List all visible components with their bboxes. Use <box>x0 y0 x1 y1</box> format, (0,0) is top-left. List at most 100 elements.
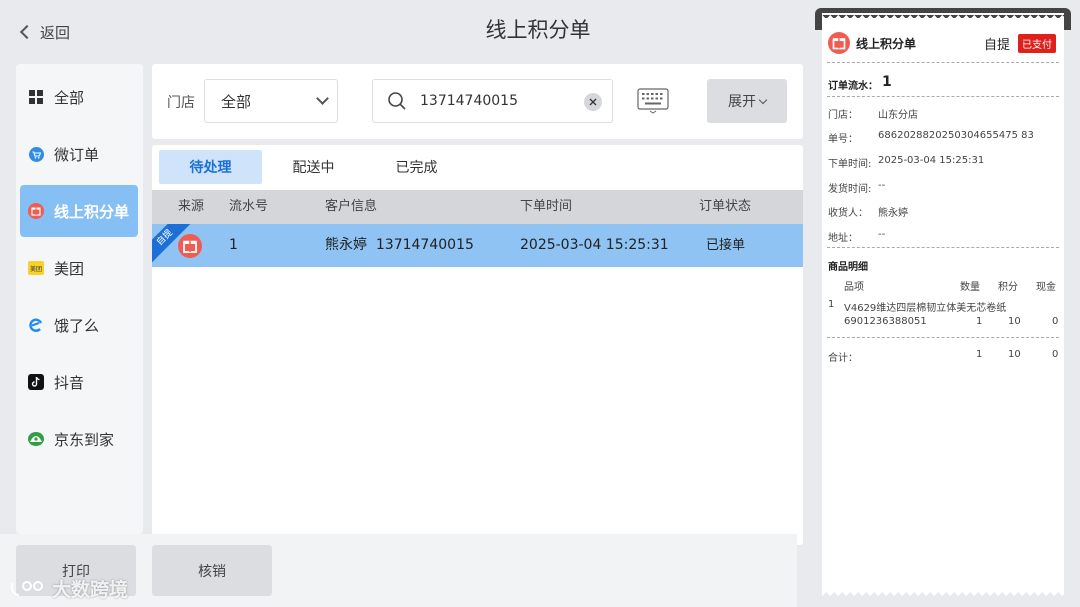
back-button[interactable]: 返回 <box>18 20 70 44</box>
receipt-preview: 线上积分单 自提 已支付 订单流水： 1 门店： 山东分店 单号： 686202… <box>822 13 1064 596</box>
row-order-time: 2025-03-04 15:25:31 <box>520 237 669 253</box>
chevron-down-icon <box>758 95 768 104</box>
receipt-ship-time-value: -- <box>878 180 886 191</box>
expand-label: 展开 <box>728 94 756 110</box>
receipt-store-value: 山东分店 <box>878 110 918 121</box>
chevron-left-icon <box>19 24 35 40</box>
sidebar-item-label: 京东到家 <box>54 430 115 449</box>
svg-text:美团: 美团 <box>30 265 42 273</box>
receipt-col-item: 品项 <box>844 282 864 293</box>
receipt-store-label: 门店： <box>828 110 858 121</box>
sidebar-item-label: 微订单 <box>54 145 100 164</box>
receipt-divider <box>827 337 1059 338</box>
search-box <box>372 79 613 123</box>
receipt-pickup: 自提 <box>984 38 1011 53</box>
sidebar-item-label: 美团 <box>54 259 85 278</box>
receipt-order-time-value: 2025-03-04 15:25:31 <box>878 155 985 166</box>
grid-icon <box>28 89 44 105</box>
tab-pending[interactable]: 待处理 <box>159 150 262 184</box>
store-select-value: 全部 <box>221 92 252 111</box>
sidebar-item-all[interactable]: 全部 <box>20 71 138 123</box>
receipt-item-code: 6901236388051 <box>844 316 927 327</box>
receipt-receiver-value: 熊永婷 <box>878 208 908 219</box>
receipt-total-cash: 0 <box>1052 349 1059 360</box>
sidebar: 全部 微订单 线上积分单 美团 美团 饿了么 抖音 京东到家 <box>16 64 143 534</box>
receipt-order-no-value: 6862028820250304655475 83 <box>878 130 1034 141</box>
receipt-serial-value: 1 <box>882 74 892 90</box>
receipt-item-cash: 0 <box>1052 316 1059 327</box>
receipt-serial-label: 订单流水： <box>828 81 878 92</box>
chevron-down-icon <box>316 92 329 105</box>
sidebar-item-online-points[interactable]: 线上积分单 <box>20 185 138 237</box>
search-input[interactable] <box>420 91 570 111</box>
eleme-icon <box>28 317 44 333</box>
watermark: 大数跨境 <box>10 575 128 602</box>
cart-icon <box>28 146 44 162</box>
expand-button[interactable]: 展开 <box>707 79 787 123</box>
receipt-divider <box>827 247 1059 248</box>
receipt-ship-time-label: 发货时间: <box>828 184 872 195</box>
receipt-col-cash: 现金 <box>1036 282 1056 293</box>
sidebar-item-jd-daojia[interactable]: 京东到家 <box>20 413 138 465</box>
gift-icon <box>178 233 202 267</box>
clear-icon[interactable] <box>584 93 602 111</box>
sidebar-item-meituan[interactable]: 美团 美团 <box>20 242 138 294</box>
receipt-title: 线上积分单 <box>856 37 917 51</box>
receipt-item-qty: 1 <box>976 316 983 327</box>
sidebar-item-label: 抖音 <box>54 373 85 392</box>
col-serial: 流水号 <box>229 199 269 214</box>
receipt-divider <box>827 96 1059 97</box>
status-tabs: 待处理 配送中 已完成 <box>159 150 468 184</box>
receipt-col-points: 积分 <box>998 282 1018 293</box>
app-main: 返回 全部 微订单 线上积分单 美团 美团 饿了么 抖音 京东到家 门店 全部 … <box>0 0 806 607</box>
receipt-total-points: 10 <box>1008 349 1021 360</box>
meituan-icon: 美团 <box>28 260 44 276</box>
sidebar-item-eleme[interactable]: 饿了么 <box>20 299 138 351</box>
gift-icon <box>828 32 850 57</box>
receipt-item-points: 10 <box>1008 316 1021 327</box>
orders-panel: 待处理 配送中 已完成 来源 流水号 客户信息 下单时间 订单状态 自提 1 熊… <box>152 145 803 545</box>
receipt-address-value: -- <box>878 229 886 240</box>
store-label: 门店 <box>167 95 195 111</box>
store-select[interactable]: 全部 <box>204 79 338 123</box>
tab-delivering[interactable]: 配送中 <box>262 150 365 184</box>
keyboard-icon[interactable] <box>637 88 669 118</box>
sidebar-item-douyin[interactable]: 抖音 <box>20 356 138 408</box>
table-row[interactable]: 自提 1 熊永婷 13714740015 2025-03-04 15:25:31… <box>152 224 803 267</box>
sidebar-item-label: 饿了么 <box>54 316 100 335</box>
receipt-order-time-label: 下单时间: <box>828 159 872 170</box>
receipt-edge-top <box>822 13 1064 19</box>
col-status: 订单状态 <box>699 199 752 214</box>
receipt-total-label: 合计： <box>828 353 858 364</box>
sidebar-item-label: 全部 <box>54 88 85 107</box>
receipt-detail-title: 商品明细 <box>828 262 868 273</box>
receipt-edge-bottom <box>822 590 1064 596</box>
paid-badge: 已支付 <box>1018 34 1056 53</box>
col-source: 来源 <box>178 199 205 214</box>
filter-bar: 门店 全部 展开 <box>152 64 803 139</box>
verify-button[interactable]: 核销 <box>152 545 272 596</box>
tab-completed[interactable]: 已完成 <box>365 150 468 184</box>
receipt-col-qty: 数量 <box>960 282 980 293</box>
receipt-item-name: V4629维达四层棉韧立体美无芯卷纸 <box>844 303 1007 314</box>
receipt-address-label: 地址： <box>828 233 858 244</box>
receipt-item-index: 1 <box>828 299 835 310</box>
receipt-receiver-label: 收货人： <box>828 208 868 219</box>
table-header: 来源 流水号 客户信息 下单时间 订单状态 <box>152 190 803 224</box>
douyin-icon <box>28 374 44 390</box>
receipt-total-qty: 1 <box>976 349 983 360</box>
sidebar-item-micro-order[interactable]: 微订单 <box>20 128 138 180</box>
row-customer: 熊永婷 13714740015 <box>325 237 474 253</box>
col-order-time: 下单时间 <box>520 199 573 214</box>
col-customer: 客户信息 <box>325 199 378 214</box>
receipt-divider <box>827 62 1059 63</box>
back-label: 返回 <box>40 23 71 42</box>
row-serial: 1 <box>229 237 238 253</box>
gift-icon <box>28 203 44 219</box>
sidebar-item-label: 线上积分单 <box>54 202 130 221</box>
watermark-logo-icon <box>10 580 43 596</box>
search-icon <box>387 91 407 115</box>
row-status: 已接单 <box>706 238 746 253</box>
receipt-order-no-label: 单号： <box>828 134 858 145</box>
jd-daojia-icon <box>28 431 44 447</box>
